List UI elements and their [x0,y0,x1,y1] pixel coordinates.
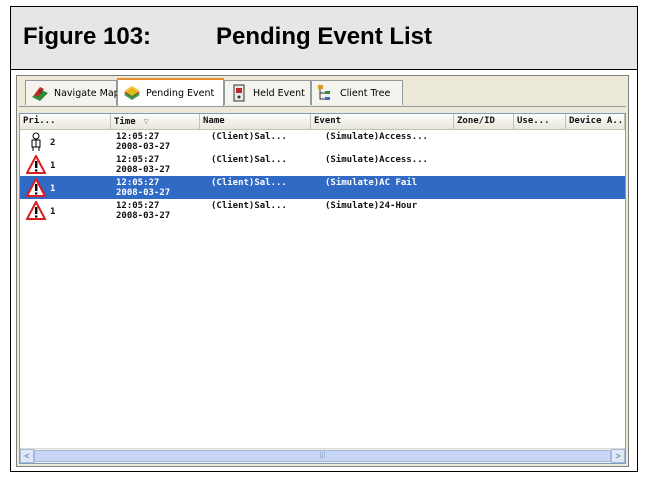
tab-label: Navigate Map [54,87,120,99]
name-cell: (Client)Sal... [211,178,287,188]
name-cell: (Client)Sal... [211,132,287,142]
warning-icon [26,155,46,174]
event-row-selected[interactable]: 1 12:05:27 2008-03-27 (Client)Sal... (Sim… [20,176,625,199]
column-zone-id[interactable]: Zone/ID [454,114,514,129]
name-cell: (Client)Sal... [211,155,287,165]
column-user[interactable]: Use... [514,114,566,129]
time-cell: 12:05:27 2008-03-27 [116,178,170,198]
time-value: 12:05:27 [116,132,160,142]
tab-label: Client Tree [340,87,391,99]
date-value: 2008-03-27 [116,211,171,221]
held-event-icon [233,84,245,102]
tab-held-event[interactable]: Held Event [224,80,311,105]
warning-icon [26,201,46,220]
date-value: 2008-03-27 [116,165,171,175]
event-cell: (Simulate)24-Hour [325,201,418,211]
time-cell: 12:05:27 2008-03-27 [116,132,170,152]
figure-title: Pending Event List [216,23,433,50]
time-cell: 12:05:27 2008-03-27 [116,201,170,221]
column-header-row: Pri... Time ▽ Name Event Zone/ID Use... D… [20,114,625,130]
event-row[interactable]: 1 12:05:27 2008-03-27 (Client)Sal... (Sim… [20,199,625,222]
time-cell: 12:05:27 2008-03-27 [116,155,170,175]
sort-descending-icon: ▽ [143,117,149,126]
column-event[interactable]: Event [311,114,454,129]
horizontal-scrollbar[interactable]: < ||| > [20,448,625,463]
time-value: 12:05:27 [116,155,160,165]
priority-value: 1 [50,161,56,171]
scroll-left-button[interactable]: < [20,449,34,463]
priority-value: 1 [50,207,56,217]
figure-caption: Figure 103: Pending Event List [11,7,637,70]
warning-icon [26,178,46,197]
date-value: 2008-03-27 [116,188,171,198]
person-icon [31,132,41,151]
pending-event-icon [124,86,140,100]
date-value: 2008-03-27 [116,142,171,152]
scroll-thumb[interactable]: ||| [34,450,611,462]
scroll-right-button[interactable]: > [611,449,625,463]
event-cell: (Simulate)AC Fail [325,178,418,188]
client-tree-icon [318,85,330,100]
time-value: 12:05:27 [116,201,160,211]
column-device-address[interactable]: Device A.. [566,114,625,129]
figure-label: Figure 103: [23,23,152,50]
column-time-label: Time [114,117,136,127]
priority-value: 2 [50,138,56,148]
tab-pending-event[interactable]: Pending Event [117,78,224,106]
column-time[interactable]: Time ▽ [111,114,200,129]
tab-bar: Navigate Map Pending Event Held Event Cl… [19,78,626,107]
map-icon [32,87,48,101]
pending-event-window: Navigate Map Pending Event Held Event Cl… [16,75,629,467]
event-row[interactable]: 2 12:05:27 2008-03-27 (Client)Sal... (Sim… [20,130,625,153]
time-value: 12:05:27 [116,178,160,188]
column-name[interactable]: Name [200,114,311,129]
tab-navigate-map[interactable]: Navigate Map [25,80,120,105]
priority-value: 1 [50,184,56,194]
tab-label: Pending Event [146,87,215,99]
tab-client-tree[interactable]: Client Tree [311,80,403,105]
event-list[interactable]: Pri... Time ▽ Name Event Zone/ID Use... D… [19,113,626,464]
event-row[interactable]: 1 12:05:27 2008-03-27 (Client)Sal... (Sim… [20,153,625,176]
column-priority[interactable]: Pri... [20,114,111,129]
name-cell: (Client)Sal... [211,201,287,211]
tab-label: Held Event [253,87,305,99]
event-cell: (Simulate)Access... [325,132,428,142]
event-cell: (Simulate)Access... [325,155,428,165]
